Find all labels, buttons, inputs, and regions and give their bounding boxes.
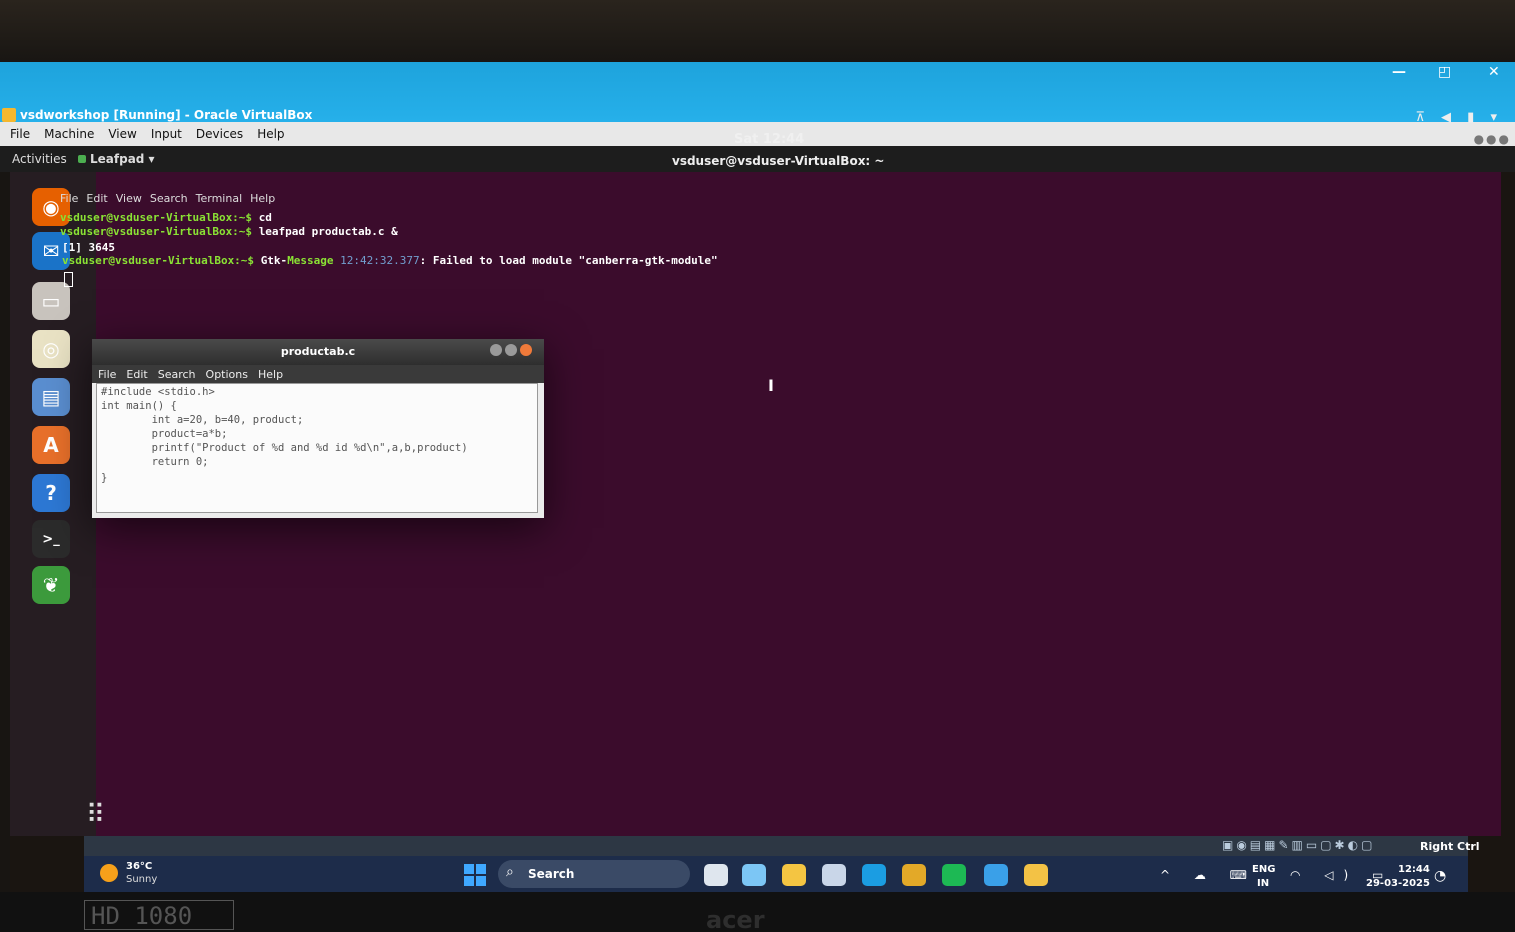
weather-temperature[interactable]: 36°C [126,861,152,872]
spotify-icon[interactable] [942,864,966,886]
terminal-window-title: vsduser@vsduser-VirtualBox: ~ [672,154,885,168]
show-applications-icon[interactable]: ⠿ [86,800,105,830]
menu-devices[interactable]: Devices [196,127,243,141]
code-line: product=a*b; [101,428,228,440]
leafpad-menu-search[interactable]: Search [158,368,196,381]
app-menu-label: Leafpad ▾ [90,152,155,166]
leafpad-menubar: File Edit Search Options Help [92,365,544,383]
app-menu[interactable]: Leafpad ▾ [78,152,155,166]
terminal-menu-edit[interactable]: Edit [86,192,107,205]
laptop-brand-logo: acer [706,906,765,932]
help-icon[interactable]: ? [32,474,70,512]
windows-start-icon[interactable] [464,864,486,886]
menu-view[interactable]: View [108,127,136,141]
terminal-icon[interactable]: >_ [32,520,70,558]
terminal-menu-view[interactable]: View [116,192,142,205]
weather-sun-icon[interactable] [100,864,118,882]
virtualbox-window-title: vsdworkshop [Running] - Oracle VirtualBo… [20,108,313,122]
ubuntu-dock: ◉ ✉ ▭ ◎ ▤ A? >_ ❦ [10,172,96,836]
windows-taskbar [84,856,1468,896]
hd-sticker: HD 1080 [84,900,234,930]
virtualbox-icon[interactable] [1024,864,1048,886]
files-glyph: ▭ [41,289,61,313]
terminal-cursor [64,272,73,287]
leafpad-glyph: ❦ [42,573,60,597]
terminal-line: vsduser@vsduser-VirtualBox:~$ cd [60,211,272,224]
code-line: #include <stdio.h> [101,386,215,398]
leafpad-menu-edit[interactable]: Edit [126,368,147,381]
terminal-menu-file[interactable]: File [60,192,78,205]
mouse-ibeam-cursor: I [768,376,774,395]
taskbar-search-box[interactable] [498,860,690,888]
thunderbird-glyph: ✉ [42,239,60,263]
files-icon[interactable]: ▭ [32,282,70,320]
terminal-job-line: [1] 3645 [62,241,115,254]
leafpad-editor[interactable]: #include <stdio.h> int main() { int a=20… [96,383,538,513]
code-line: int main() { [101,400,177,412]
vscode-icon[interactable] [984,864,1008,886]
leafpad-menu-file[interactable]: File [98,368,116,381]
language-indicator[interactable]: ENG [1252,864,1275,875]
tray-icons[interactable]: ^ ☁ ⌨ [1160,868,1257,882]
leafpad-window[interactable]: productab.c File Edit Search Options Hel… [92,339,544,518]
code-line: } [101,472,108,484]
screen: vsdworkshop [Running] - Oracle VirtualBo… [0,0,1515,932]
restore-icon[interactable]: ◰ [1438,64,1451,80]
writer-glyph: ▤ [41,385,61,409]
task-view-icon[interactable] [704,864,728,886]
terminal-glyph: >_ [42,531,60,547]
system-tray-icons[interactable]: ⊼ ◀ ▮ ▾ [1415,110,1503,125]
terminal-menubar: File Edit View Search Terminal Help [60,192,275,205]
writer-icon[interactable]: ▤ [32,378,70,416]
terminal-gtk-message: vsduser@vsduser-VirtualBox:~$ Gtk-Messag… [62,254,718,267]
edge-icon[interactable] [862,864,886,886]
language-region[interactable]: IN [1257,878,1269,889]
menu-input[interactable]: Input [151,127,182,141]
software-center-glyph: A [43,433,59,457]
laptop-bezel-left [0,78,10,892]
leafpad-small-icon [78,155,86,163]
copilot-icon[interactable] [742,864,766,886]
software-center-icon[interactable]: A [32,426,70,464]
close-icon[interactable]: ✕ [1488,64,1500,80]
terminal-menu-help[interactable]: Help [250,192,275,205]
firefox-glyph: ◉ [42,195,60,219]
window-controls-icon[interactable]: ●●● [1474,132,1511,146]
taskbar-date[interactable]: 29-03-2025 [1366,878,1430,889]
leafpad-close-icon[interactable] [520,344,532,356]
search-placeholder: Search [528,867,575,881]
code-line: int a=20, b=40, product; [101,414,304,426]
rhythmbox-glyph: ◎ [42,337,60,361]
rhythmbox-icon[interactable]: ◎ [32,330,70,368]
leafpad-titlebar[interactable]: productab.c [92,339,544,365]
taskbar-time[interactable]: 12:44 [1398,864,1430,875]
minimize-icon[interactable]: — [1392,64,1406,80]
leafpad-maximize-icon[interactable] [505,344,517,356]
help-glyph: ? [45,481,57,505]
ubuntu-clock[interactable]: Sat 12:44 [734,132,804,147]
virtualbox-status-icons[interactable]: ▣◉▤▦✎▥▭▢✱◐▢ [1222,838,1375,852]
code-line: return 0; [101,456,209,468]
activities-button[interactable]: Activities [12,152,67,166]
virtualbox-app-icon [2,108,16,122]
terminal-menu-terminal[interactable]: Terminal [196,192,243,205]
leafpad-icon[interactable]: ❦ [32,566,70,604]
menu-machine[interactable]: Machine [44,127,94,141]
terminal-line: vsduser@vsduser-VirtualBox:~$ leafpad pr… [60,225,398,238]
leafpad-title: productab.c [280,345,356,358]
store-icon[interactable] [822,864,846,886]
leafpad-menu-help[interactable]: Help [258,368,283,381]
menu-help[interactable]: Help [257,127,284,141]
notifications-bell-icon[interactable]: ◔ [1434,868,1446,884]
terminal-menu-search[interactable]: Search [150,192,188,205]
host-key-label: Right Ctrl [1420,840,1480,853]
leafpad-menu-options[interactable]: Options [206,368,248,381]
file-explorer-icon[interactable] [782,864,806,886]
weather-description[interactable]: Sunny [126,874,157,885]
leafpad-minimize-icon[interactable] [490,344,502,356]
chrome-icon[interactable] [902,864,926,886]
code-line: printf("Product of %d and %d id %d\n",a,… [101,442,468,454]
menu-file[interactable]: File [10,127,30,141]
search-icon: ⌕ [506,864,514,880]
